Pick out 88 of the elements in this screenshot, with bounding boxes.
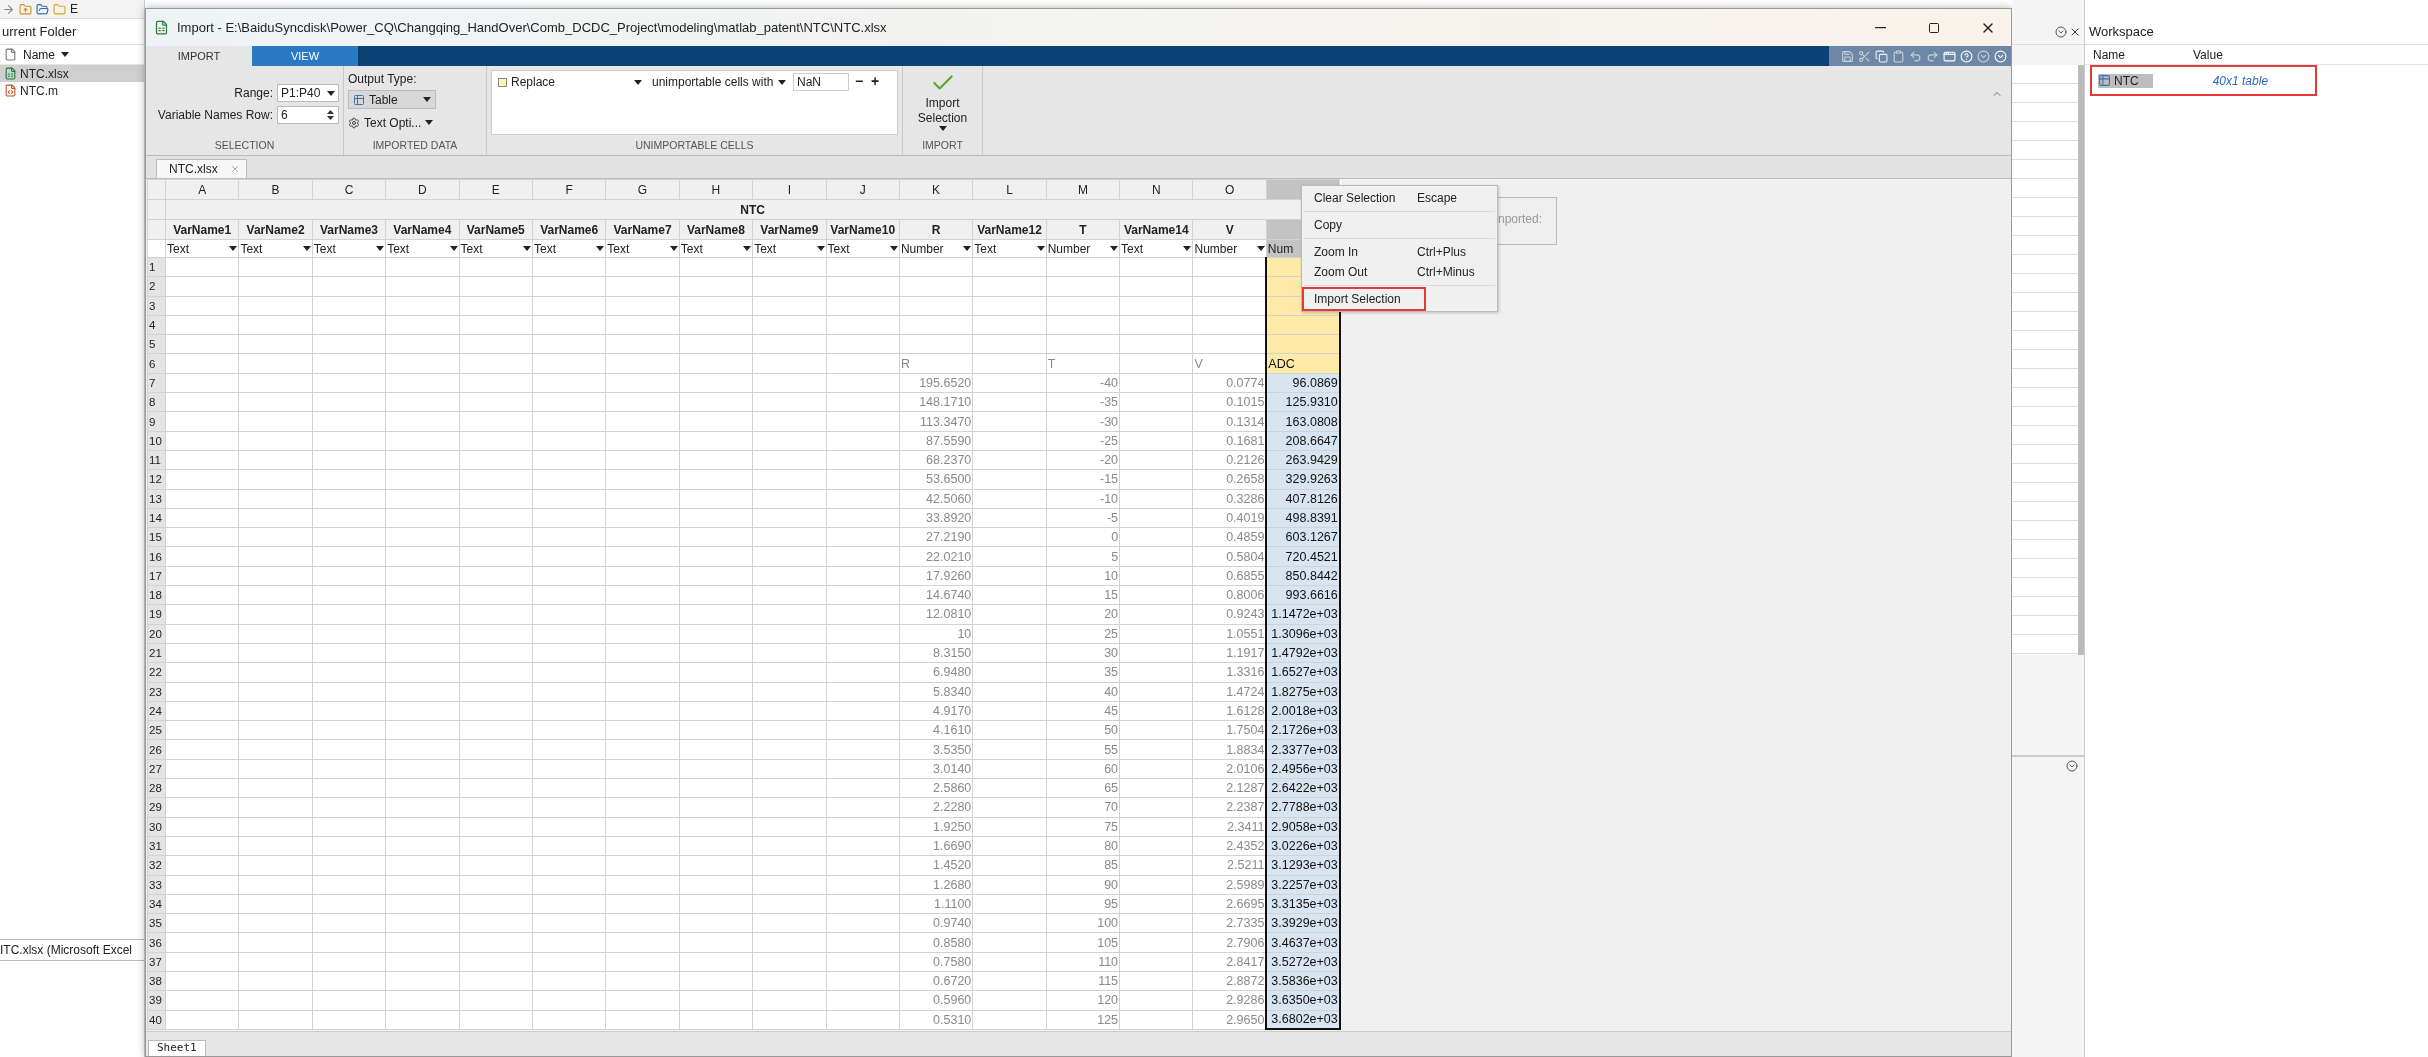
table-cell: 2.6422e+03 xyxy=(1266,778,1340,798)
table-cell: 720.4521 xyxy=(1266,546,1340,567)
table-cell: 3.0226e+03 xyxy=(1266,836,1340,856)
table-cell: 2.9058e+03 xyxy=(1266,817,1340,837)
row-number: 29 xyxy=(147,797,166,818)
row-number: 22 xyxy=(147,662,166,683)
table-cell: 3.6350e+03 xyxy=(1266,990,1340,1011)
panel-title: urrent Folder xyxy=(2,24,77,39)
row-number: 9 xyxy=(147,411,166,432)
row-number: 2 xyxy=(147,276,166,297)
table-cell: 407.8126 xyxy=(1266,489,1340,509)
section-label: IMPORT xyxy=(921,139,964,153)
table-cell: 2.1726e+03 xyxy=(1266,720,1340,740)
row-number: 25 xyxy=(147,720,166,740)
table-cell: 1.3096e+03 xyxy=(1266,624,1340,644)
row-number: 3 xyxy=(147,296,166,316)
table-cell: 1.6527e+03 xyxy=(1266,662,1340,683)
table-cell: 96.0869 xyxy=(1266,373,1340,393)
row-number: 6 xyxy=(147,354,166,374)
table-cell: 1.8275e+03 xyxy=(1266,682,1340,702)
section-label: IMPORTED DATA xyxy=(371,139,459,153)
row-number: 34 xyxy=(147,894,166,914)
row-number: 13 xyxy=(147,489,166,509)
row-number: 10 xyxy=(147,431,166,451)
row-number: 30 xyxy=(147,817,166,837)
row-number: 37 xyxy=(147,952,166,972)
table-cell: 208.6647 xyxy=(1266,431,1340,451)
table-cell: 3.1293e+03 xyxy=(1266,855,1340,875)
row-number: 4 xyxy=(147,315,166,335)
table-cell: 2.4956e+03 xyxy=(1266,759,1340,779)
row-number: 26 xyxy=(147,739,166,760)
row-number: 36 xyxy=(147,932,166,953)
row-number: 17 xyxy=(147,566,166,586)
section-label: UNIMPORTABLE CELLS xyxy=(634,139,755,153)
hint-text: nported: xyxy=(1495,197,1557,245)
row-number: 8 xyxy=(147,392,166,412)
table-cell: 603.1267 xyxy=(1266,527,1340,547)
output-type-label: Output Type: xyxy=(348,72,417,86)
row-number: 15 xyxy=(147,527,166,547)
table-cell: 1.4792e+03 xyxy=(1266,643,1340,663)
table-cell: 3.6802e+03 xyxy=(1266,1010,1340,1030)
row-number: 16 xyxy=(147,546,166,567)
section-label: SELECTION xyxy=(213,139,276,153)
table-cell: 3.3135e+03 xyxy=(1266,894,1340,914)
row-number: 40 xyxy=(147,1010,166,1030)
row-number: 32 xyxy=(147,855,166,875)
table-cell: 498.8391 xyxy=(1266,508,1340,528)
table-cell: 125.9310 xyxy=(1266,392,1340,412)
table-cell: 329.9263 xyxy=(1266,469,1340,490)
variable-value: 40x1 table xyxy=(2212,73,2269,88)
window-title: Import - E:\BaiduSyncdisk\Power_CQ\Changqing_HandOver\Comb_DCDC_Project\modeling\matlab_patent\NTC\NTC.xlsx xyxy=(177,20,887,35)
table-cell: 3.4637e+03 xyxy=(1266,932,1340,953)
names-row-label: Variable Names Row: xyxy=(157,108,273,122)
row-number: 7 xyxy=(147,373,166,393)
table-cell: 850.8442 xyxy=(1266,566,1340,586)
row-number: 5 xyxy=(147,334,166,354)
table-cell: 163.0808 xyxy=(1266,411,1340,432)
row-number: 1 xyxy=(147,257,166,277)
row-number: 39 xyxy=(147,990,166,1011)
row-number: 33 xyxy=(147,875,166,895)
panel-title: Workspace xyxy=(2089,24,2154,39)
row-number: 24 xyxy=(147,701,166,721)
row-number: 20 xyxy=(147,624,166,644)
row-number: 27 xyxy=(147,759,166,779)
table-cell: 3.2257e+03 xyxy=(1266,875,1340,895)
table-cell: 3.5272e+03 xyxy=(1266,952,1340,972)
row-number: 21 xyxy=(147,643,166,663)
row-number: 38 xyxy=(147,971,166,991)
row-number: 28 xyxy=(147,778,166,798)
table-cell: 2.3377e+03 xyxy=(1266,739,1340,760)
row-number: 19 xyxy=(147,604,166,625)
row-number: 14 xyxy=(147,508,166,528)
row-number: 18 xyxy=(147,585,166,605)
table-cell: 2.0018e+03 xyxy=(1266,701,1340,721)
table-cell: ADC xyxy=(1266,354,1340,374)
row-number: 31 xyxy=(147,836,166,856)
row-number: 35 xyxy=(147,913,166,933)
range-label: Range: xyxy=(234,86,273,100)
table-cell: 263.9429 xyxy=(1266,450,1340,470)
row-number: 11 xyxy=(147,450,166,470)
table-cell: 1.1472e+03 xyxy=(1266,604,1340,625)
table-cell: 3.5836e+03 xyxy=(1266,971,1340,991)
row-number: 23 xyxy=(147,682,166,702)
row-number: 12 xyxy=(147,469,166,490)
table-cell: 2.7788e+03 xyxy=(1266,797,1340,818)
table-cell: 993.6616 xyxy=(1266,585,1340,605)
file-details: ITC.xlsx (Microsoft Excel xyxy=(0,943,132,957)
table-cell: 3.3929e+03 xyxy=(1266,913,1340,933)
